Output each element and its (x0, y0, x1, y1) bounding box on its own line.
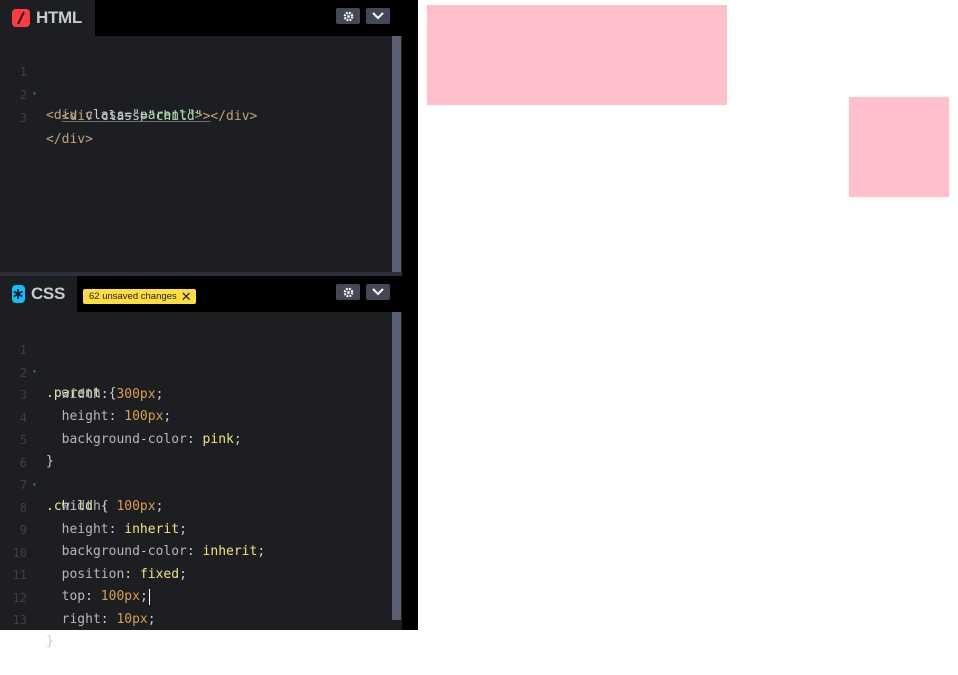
html-code-editor[interactable]: 1 ▾ <div class="parent"> 2 <div class="c… (0, 36, 392, 272)
code-line: 9 background-color: inherit; (19, 523, 266, 559)
code-line: 7 width: 100px; (19, 478, 164, 514)
gear-icon (343, 287, 353, 297)
code-line: 10 position: fixed; (12, 545, 187, 582)
code-line: 2 width: 300px; (19, 365, 164, 402)
html-panel-header: HTML (0, 0, 402, 36)
asterisk-icon (12, 285, 25, 303)
code-line: 1 ▾ <div class="parent"> (19, 65, 203, 123)
gear-icon (343, 11, 353, 21)
css-settings-button[interactable] (336, 284, 360, 300)
html-scrollbar[interactable] (392, 36, 401, 272)
child-box (849, 97, 949, 197)
unsaved-changes-badge[interactable]: 62 unsaved changes ✕ (83, 289, 196, 304)
code-line: 3 </div> (19, 111, 93, 147)
css-panel-header: CSS 62 unsaved changes ✕ (0, 276, 402, 312)
code-line: 3 height: 100px; (19, 388, 172, 424)
chevron-down-icon (372, 288, 384, 296)
tab-html[interactable]: HTML (0, 0, 95, 36)
code-line: 12 right: 10px; (12, 590, 156, 627)
css-code-editor[interactable]: 1 ▾ .parent { 2 width: 300px; 3 height: … (0, 312, 392, 649)
code-line: 13 } (12, 613, 54, 649)
parent-box (427, 5, 727, 105)
text-cursor (148, 588, 150, 605)
code-line: 8 height: inherit; (19, 500, 187, 537)
code-line: 6 ▾ .child { (19, 455, 109, 514)
slash-icon (12, 9, 30, 27)
css-scrollbar[interactable] (392, 312, 401, 620)
code-line: 1 ▾ .parent { (19, 343, 117, 401)
html-panel-title: HTML (36, 8, 83, 27)
editor-preview-divider[interactable] (402, 0, 418, 630)
code-line: 5 } (19, 433, 54, 469)
close-icon[interactable]: ✕ (181, 290, 192, 303)
css-panel-title: CSS (30, 284, 65, 303)
html-settings-button[interactable] (336, 8, 360, 24)
code-line: 11 top: 100px; (12, 568, 150, 605)
html-collapse-button[interactable] (366, 8, 390, 24)
editor-column: HTML 1 ▾ <div class="parent"> 2 <div cla… (0, 0, 402, 649)
css-collapse-button[interactable] (366, 284, 390, 300)
code-line: 2 <div class="child"></div> (19, 88, 258, 124)
code-line: 4 background-color: pink; (19, 410, 242, 447)
tab-css[interactable]: CSS (0, 276, 77, 312)
preview-pane (418, 0, 958, 630)
chevron-down-icon (372, 12, 384, 20)
